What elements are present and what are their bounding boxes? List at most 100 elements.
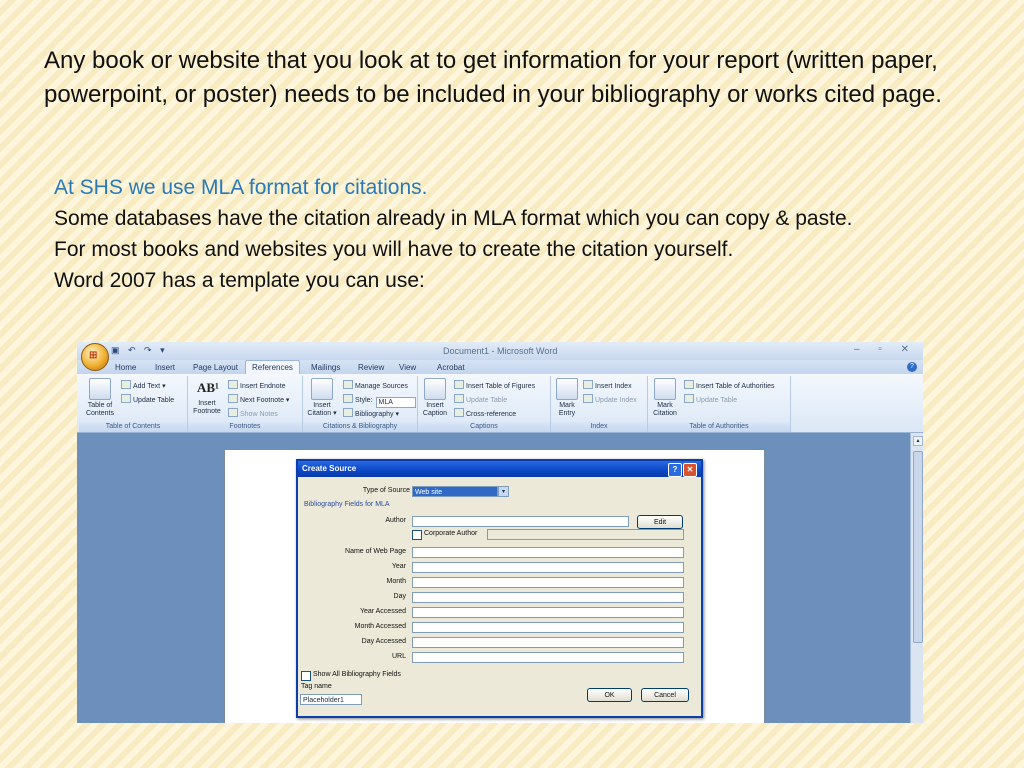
instructions-block: At SHS we use MLA format for citations. …: [54, 172, 974, 296]
update-table-icon: [121, 394, 131, 403]
corporate-author-checkbox[interactable]: [412, 530, 422, 540]
dialog-close-icon[interactable]: ✕: [683, 463, 697, 477]
insert-footnote-button[interactable]: AB¹ Insert Footnote: [190, 378, 224, 416]
mark-citation-icon: [654, 378, 676, 400]
scroll-thumb[interactable]: [913, 451, 923, 643]
group-table-of-contents: Table of Contents Add Text ▾ Update Tabl…: [79, 376, 188, 432]
update-table-figures-icon: [454, 394, 464, 403]
tab-view[interactable]: View: [399, 363, 416, 372]
manage-sources-icon: [343, 380, 353, 389]
tab-page-layout[interactable]: Page Layout: [193, 363, 238, 372]
field-label-url: URL: [391, 653, 406, 660]
field-input-day-accessed[interactable]: [412, 637, 684, 648]
show-all-fields-checkbox[interactable]: [301, 671, 311, 681]
update-index-button[interactable]: Update Index: [583, 394, 637, 404]
manage-sources-button[interactable]: Manage Sources: [343, 380, 408, 390]
field-input-name-of-web-page[interactable]: [412, 547, 684, 558]
caption-icon: [424, 378, 446, 400]
insert-table-of-figures-button[interactable]: Insert Table of Figures: [454, 380, 535, 390]
books-websites-line: For most books and websites you will hav…: [54, 238, 734, 261]
author-label: Author: [385, 517, 406, 524]
group-label-toc: Table of Contents: [79, 422, 187, 432]
edit-author-button[interactable]: Edit: [637, 515, 683, 529]
intro-paragraph: Any book or website that you look at to …: [44, 47, 942, 108]
corporate-author-label: Corporate Author: [424, 530, 478, 537]
add-text-icon: [121, 380, 131, 389]
cancel-button[interactable]: Cancel: [641, 688, 689, 702]
word-title-bar: ▣ ↶ ↷ ▾ Document1 - Microsoft Word – ▫ ✕: [77, 342, 923, 360]
bibliography-fields-caption: Bibliography Fields for MLA: [304, 501, 390, 508]
type-of-source-select[interactable]: Web site: [412, 486, 498, 497]
bibliography-icon: [343, 408, 353, 417]
style-dropdown[interactable]: Style: MLA: [343, 394, 416, 408]
field-label-year-accessed: Year Accessed: [359, 608, 406, 615]
add-text-button[interactable]: Add Text ▾: [121, 380, 166, 390]
tab-home[interactable]: Home: [115, 363, 136, 372]
author-input[interactable]: [412, 516, 629, 527]
toc-icon: [89, 378, 111, 400]
tag-name-input[interactable]: Placeholder1: [300, 694, 362, 705]
footnote-ab-icon: AB¹: [197, 380, 219, 395]
next-footnote-icon: [228, 394, 238, 403]
office-logo-icon: ⊞: [89, 350, 98, 361]
word-screenshot: ▣ ↶ ↷ ▾ Document1 - Microsoft Word – ▫ ✕…: [77, 342, 923, 723]
field-input-year[interactable]: [412, 562, 684, 573]
word-template-line: Word 2007 has a template you can use:: [54, 269, 425, 292]
field-label-month: Month: [386, 578, 406, 585]
window-title: Document1 - Microsoft Word: [443, 346, 558, 356]
bibliography-button[interactable]: Bibliography ▾: [343, 408, 399, 418]
field-input-month-accessed[interactable]: [412, 622, 684, 633]
field-input-day[interactable]: [412, 592, 684, 603]
tab-acrobat[interactable]: Acrobat: [437, 363, 465, 372]
next-footnote-button[interactable]: Next Footnote ▾: [228, 394, 289, 404]
mark-entry-icon: [556, 378, 578, 400]
field-input-url[interactable]: [412, 652, 684, 663]
show-notes-button[interactable]: Show Notes: [228, 408, 278, 418]
insert-endnote-button[interactable]: Insert Endnote: [228, 380, 286, 390]
tab-insert[interactable]: Insert: [155, 363, 175, 372]
insert-citation-button[interactable]: Insert Citation ▾: [305, 378, 339, 418]
group-label-authorities: Table of Authorities: [648, 422, 790, 432]
type-of-source-dropdown-icon[interactable]: ▾: [498, 486, 509, 497]
update-table-button[interactable]: Update Table: [121, 394, 174, 404]
mark-citation-button[interactable]: Mark Citation: [650, 378, 680, 418]
table-of-contents-button[interactable]: Table of Contents: [81, 378, 119, 418]
office-button[interactable]: ⊞: [81, 343, 109, 371]
mark-entry-button[interactable]: Mark Entry: [553, 378, 581, 418]
ok-button[interactable]: OK: [587, 688, 632, 702]
vertical-scrollbar[interactable]: ▴: [910, 433, 923, 723]
group-index: Mark Entry Insert Index Update Index Ind…: [551, 376, 648, 432]
group-footnotes: AB¹ Insert Footnote Insert Endnote Next …: [188, 376, 303, 432]
scroll-up-icon[interactable]: ▴: [913, 436, 923, 446]
field-input-month[interactable]: [412, 577, 684, 588]
create-source-dialog: Create Source ? ✕ Type of Source Web sit…: [296, 459, 703, 718]
insert-index-button[interactable]: Insert Index: [583, 380, 632, 390]
update-authorities-icon: [684, 394, 694, 403]
insert-caption-button[interactable]: Insert Caption: [420, 378, 450, 418]
dialog-help-icon[interactable]: ?: [668, 463, 682, 477]
quick-access-toolbar[interactable]: ▣ ↶ ↷ ▾: [111, 345, 168, 356]
field-label-day-accessed: Day Accessed: [361, 638, 406, 645]
update-table-figures-button[interactable]: Update Table: [454, 394, 507, 404]
cross-reference-icon: [454, 408, 464, 417]
mla-highlight-line: At SHS we use MLA format for citations.: [54, 176, 428, 199]
show-all-fields-label: Show All Bibliography Fields: [313, 671, 401, 678]
tab-mailings[interactable]: Mailings: [311, 363, 340, 372]
show-notes-icon: [228, 408, 238, 417]
dialog-title: Create Source: [302, 464, 357, 473]
tab-review[interactable]: Review: [358, 363, 384, 372]
group-label-index: Index: [551, 422, 647, 432]
corporate-author-input[interactable]: [487, 529, 684, 540]
update-table-authorities-button[interactable]: Update Table: [684, 394, 737, 404]
group-label-citations: Citations & Bibliography: [303, 422, 417, 432]
field-input-year-accessed[interactable]: [412, 607, 684, 618]
window-controls[interactable]: – ▫ ✕: [854, 344, 917, 355]
databases-line: Some databases have the citation already…: [54, 207, 853, 230]
table-of-figures-icon: [454, 380, 464, 389]
help-icon[interactable]: ?: [907, 362, 917, 372]
cross-reference-button[interactable]: Cross-reference: [454, 408, 516, 418]
field-label-name-of-web-page: Name of Web Page: [345, 548, 406, 555]
insert-table-of-authorities-button[interactable]: Insert Table of Authorities: [684, 380, 774, 390]
field-label-day: Day: [393, 593, 406, 600]
citation-icon: [311, 378, 333, 400]
